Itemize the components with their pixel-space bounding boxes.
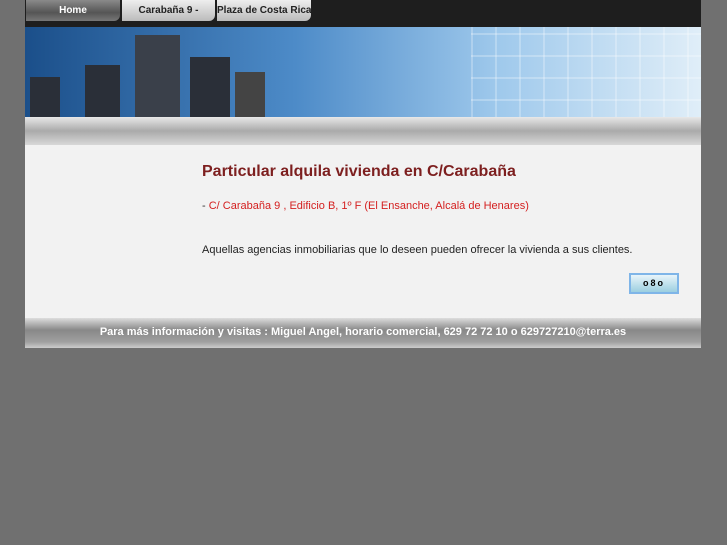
tab-home[interactable]: Home [26,0,120,21]
building [30,77,60,117]
footer: Para más información y visitas : Miguel … [25,318,701,348]
address: C/ Carabaña 9 , Edificio B, 1º F (El Ens… [208,200,529,212]
address-prefix: - [202,200,209,212]
main-content: Particular alquila vivienda en C/Carabañ… [25,145,701,318]
building [135,35,180,117]
page: Home Carabaña 9 - Plaza de Costa Rica Pa… [25,0,701,348]
description: Aquellas agencias inmobiliarias que lo d… [202,244,633,256]
building [190,57,230,117]
nav-bar: Home Carabaña 9 - Plaza de Costa Rica [25,0,701,27]
page-title: Particular alquila vivienda en C/Carabañ… [202,163,516,180]
tab-plaza-costa-rica[interactable]: Plaza de Costa Rica [217,0,311,21]
address-line: - C/ Carabaña 9 , Edificio B, 1º F (El E… [202,200,529,212]
building [235,72,265,117]
building [85,65,120,117]
action-button[interactable]: o8o [629,273,679,294]
header-banner [25,27,701,145]
banner-strip [25,117,701,145]
tab-carabana[interactable]: Carabaña 9 - [122,0,215,21]
